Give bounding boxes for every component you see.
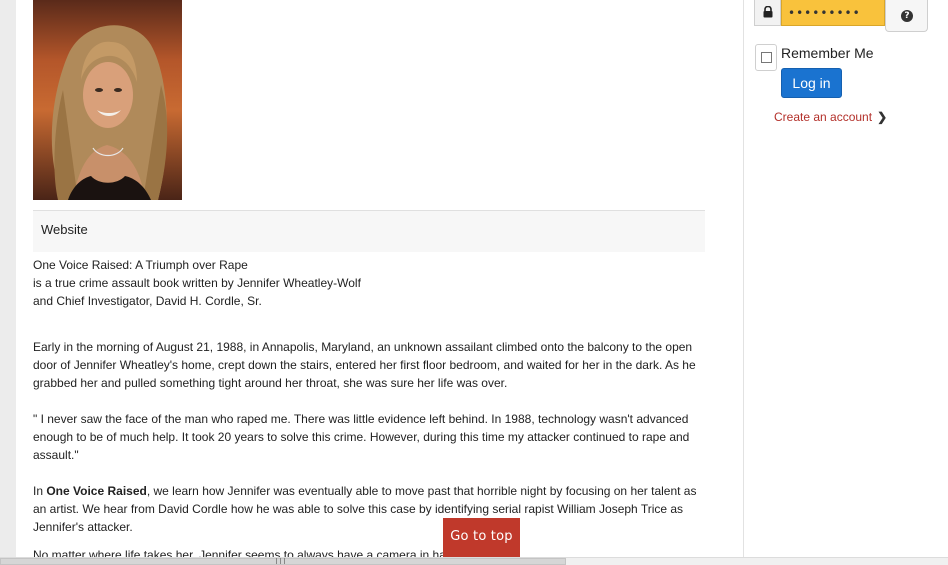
article-paragraph: " I never saw the face of the man who ra… xyxy=(33,410,705,464)
go-to-top-button[interactable]: Go to top xyxy=(443,518,520,557)
create-account-link[interactable]: Create an account ❯ xyxy=(774,110,887,124)
profile-photo xyxy=(33,0,182,200)
remember-me-checkbox[interactable] xyxy=(755,44,777,71)
sidebar xyxy=(744,0,948,565)
chevron-right-icon: ❯ xyxy=(877,110,888,124)
scrollbar-grip-icon xyxy=(276,558,285,564)
intro-line: is a true crime assault book written by … xyxy=(33,276,361,290)
article-paragraph: In One Voice Raised, we learn how Jennif… xyxy=(33,482,705,536)
create-account-label[interactable]: Create an account xyxy=(774,110,872,124)
lock-icon xyxy=(763,6,773,18)
password-help-button[interactable]: ? xyxy=(885,0,928,32)
website-row[interactable]: Website xyxy=(33,210,705,252)
paragraph-text: In One Voice Raised, we learn how Jennif… xyxy=(33,482,705,536)
password-input[interactable]: ••••••••• xyxy=(781,0,885,26)
left-gutter xyxy=(0,0,16,565)
intro-line: and Chief Investigator, David H. Cordle,… xyxy=(33,294,262,308)
paragraph-text: " I never saw the face of the man who ra… xyxy=(33,412,690,462)
website-link[interactable]: Website xyxy=(41,222,88,237)
paragraph-text: Early in the morning of August 21, 1988,… xyxy=(33,340,696,390)
intro-line: One Voice Raised: A Triumph over Rape xyxy=(33,258,248,272)
article-intro: One Voice Raised: A Triumph over Rape is… xyxy=(33,256,705,310)
password-addon xyxy=(754,0,781,26)
book-title: One Voice Raised xyxy=(46,484,147,498)
question-circle-icon: ? xyxy=(901,10,913,22)
remember-me-label[interactable]: Remember Me xyxy=(781,45,874,61)
article-paragraph: Early in the morning of August 21, 1988,… xyxy=(33,338,705,392)
paragraph-prefix: In xyxy=(33,484,47,498)
login-button[interactable]: Log in xyxy=(781,68,842,98)
